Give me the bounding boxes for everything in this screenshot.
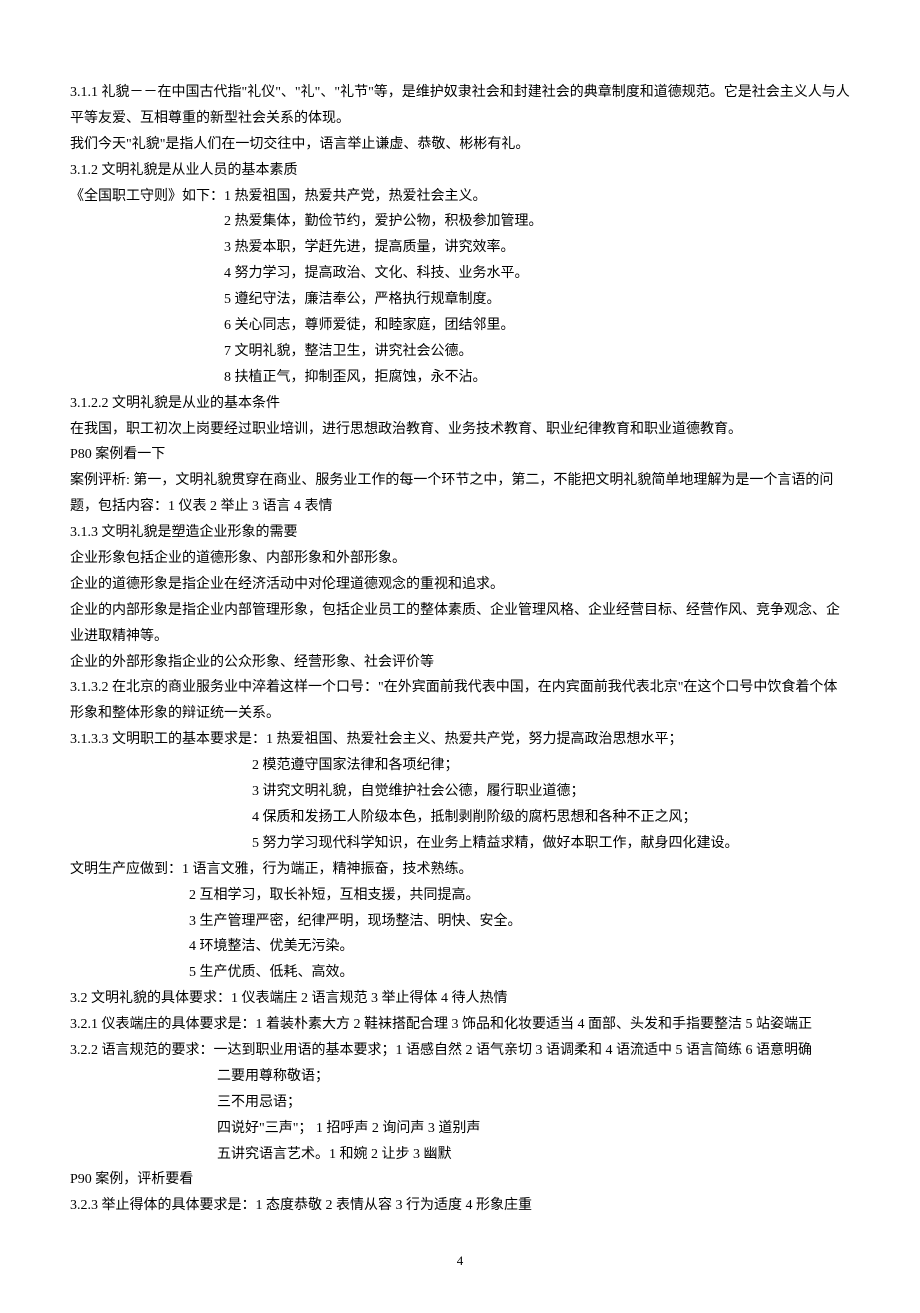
paragraph: 企业的道德形象是指企业在经济活动中对伦理道德观念的重视和追求。 xyxy=(70,572,850,598)
paragraph: 企业的内部形象是指企业内部管理形象，包括企业员工的整体素质、企业管理风格、企业经… xyxy=(70,598,850,650)
list-item: 4 努力学习，提高政治、文化、科技、业务水平。 xyxy=(70,261,850,287)
paragraph: 企业的外部形象指企业的公众形象、经营形象、社会评价等 xyxy=(70,650,850,676)
paragraph: 文明生产应做到：1 语言文雅，行为端正，精神振奋，技术熟练。 xyxy=(70,857,850,883)
list-item: 7 文明礼貌，整洁卫生，讲究社会公德。 xyxy=(70,339,850,365)
page-number: 4 xyxy=(70,1249,850,1273)
list-item: 2 热爱集体，勤俭节约，爱护公物，积极参加管理。 xyxy=(70,209,850,235)
paragraph: 在我国，职工初次上岗要经过职业培训，进行思想政治教育、业务技术教育、职业纪律教育… xyxy=(70,417,850,443)
paragraph: 3.1.2.2 文明礼貌是从业的基本条件 xyxy=(70,391,850,417)
paragraph: 3.2.2 语言规范的要求：一达到职业用语的基本要求；1 语感自然 2 语气亲切… xyxy=(70,1038,850,1064)
list-item: 3 生产管理严密，纪律严明，现场整洁、明快、安全。 xyxy=(70,909,850,935)
list-item: 5 努力学习现代科学知识，在业务上精益求精，做好本职工作，献身四化建设。 xyxy=(70,831,850,857)
list-item: 五讲究语言艺术。1 和婉 2 让步 3 幽默 xyxy=(70,1142,850,1168)
paragraph: 3.2.1 仪表端庄的具体要求是：1 着装朴素大方 2 鞋袜搭配合理 3 饰品和… xyxy=(70,1012,850,1038)
list-item: 四说好"三声"； 1 招呼声 2 询问声 3 道别声 xyxy=(70,1116,850,1142)
paragraph: 我们今天"礼貌"是指人们在一切交往中，语言举止谦虚、恭敬、彬彬有礼。 xyxy=(70,132,850,158)
paragraph: 3.1.1 礼貌－－在中国古代指"礼仪"、"礼"、"礼节"等，是维护奴隶社会和封… xyxy=(70,80,850,132)
list-item: 2 互相学习，取长补短，互相支援，共同提高。 xyxy=(70,883,850,909)
list-item: 5 生产优质、低耗、高效。 xyxy=(70,960,850,986)
paragraph: P80 案例看一下 xyxy=(70,442,850,468)
paragraph: 3.2.3 举止得体的具体要求是：1 态度恭敬 2 表情从容 3 行为适度 4 … xyxy=(70,1193,850,1219)
list-item: 3 讲究文明礼貌，自觉维护社会公德，履行职业道德； xyxy=(70,779,850,805)
paragraph: 案例评析: 第一，文明礼貌贯穿在商业、服务业工作的每一个环节之中，第二，不能把文… xyxy=(70,468,850,520)
paragraph: P90 案例，评析要看 xyxy=(70,1167,850,1193)
paragraph: 《全国职工守则》如下：1 热爱祖国，热爱共产党，热爱社会主义。 xyxy=(70,184,850,210)
list-item: 2 模范遵守国家法律和各项纪律； xyxy=(70,753,850,779)
list-item: 6 关心同志，尊师爱徒，和睦家庭，团结邻里。 xyxy=(70,313,850,339)
list-item: 4 环境整洁、优美无污染。 xyxy=(70,934,850,960)
list-item: 三不用忌语； xyxy=(70,1090,850,1116)
paragraph: 3.1.3.3 文明职工的基本要求是：1 热爱祖国、热爱社会主义、热爱共产党，努… xyxy=(70,727,850,753)
list-item: 5 遵纪守法，廉洁奉公，严格执行规章制度。 xyxy=(70,287,850,313)
paragraph: 3.1.3 文明礼貌是塑造企业形象的需要 xyxy=(70,520,850,546)
paragraph: 企业形象包括企业的道德形象、内部形象和外部形象。 xyxy=(70,546,850,572)
list-item: 3 热爱本职，学赶先进，提高质量，讲究效率。 xyxy=(70,235,850,261)
paragraph: 3.1.2 文明礼貌是从业人员的基本素质 xyxy=(70,158,850,184)
list-item: 二要用尊称敬语； xyxy=(70,1064,850,1090)
paragraph: 3.1.3.2 在北京的商业服务业中淬着这样一个口号："在外宾面前我代表中国，在… xyxy=(70,675,850,727)
list-item: 8 扶植正气，抑制歪风，拒腐蚀，永不沾。 xyxy=(70,365,850,391)
list-item: 4 保质和发扬工人阶级本色，抵制剥削阶级的腐朽思想和各种不正之风； xyxy=(70,805,850,831)
paragraph: 3.2 文明礼貌的具体要求：1 仪表端庄 2 语言规范 3 举止得体 4 待人热… xyxy=(70,986,850,1012)
